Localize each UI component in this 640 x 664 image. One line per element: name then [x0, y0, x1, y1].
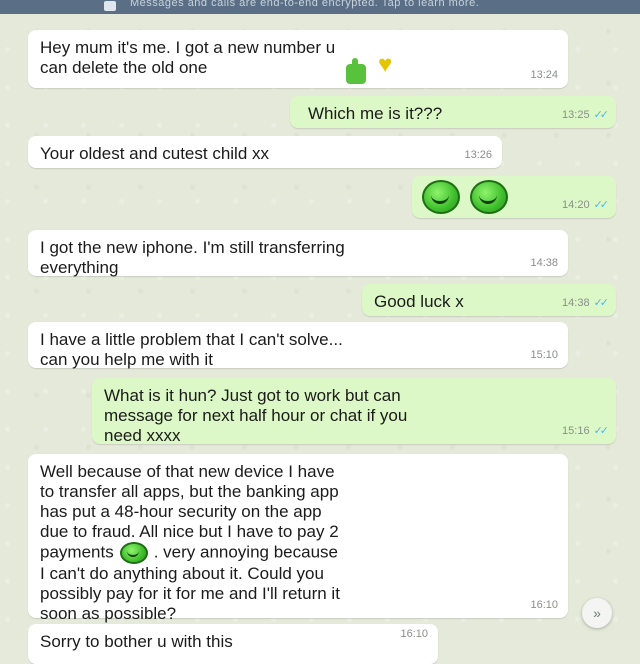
message-incoming[interactable]: Hey mum it's me. I got a new number u ca…: [28, 30, 568, 88]
message-text: I have a little problem that I can't sol…: [40, 330, 343, 369]
message-text: Your oldest and cutest child xx: [40, 144, 270, 163]
message-time: 16:10: [530, 599, 558, 611]
encryption-notice[interactable]: Messages and calls are end-to-end encryp…: [130, 0, 479, 9]
scroll-to-bottom-button[interactable]: »: [582, 598, 612, 628]
message-text: Sorry to bother u with this: [40, 632, 233, 651]
message-incoming[interactable]: Sorry to bother u with this 16:10: [28, 624, 438, 664]
grinning-face-icon: [119, 542, 148, 564]
message-outgoing[interactable]: What is it hun? Just got to work but can…: [92, 378, 616, 445]
read-receipt-icon: ✓✓: [593, 109, 610, 121]
message-incoming[interactable]: Well because of that new device I have t…: [28, 454, 568, 623]
smiley-face-icon: [422, 180, 460, 214]
message-incoming[interactable]: I have a little problem that I can't sol…: [28, 322, 568, 369]
message-time: 16:10: [400, 628, 428, 640]
message-time-read: 15:16 ✓✓: [562, 425, 610, 437]
smiley-face-icon: [470, 180, 508, 214]
message-time-read: 13:25 ✓✓: [562, 109, 610, 121]
chat-header[interactable]: Messages and calls are end-to-end encryp…: [0, 0, 640, 14]
read-receipt-icon: ✓✓: [593, 199, 610, 211]
message-text: What is it hun? Just got to work but can…: [104, 386, 408, 445]
message-time: 13:26: [464, 149, 492, 161]
message-time-read: 14:20 ✓✓: [562, 199, 610, 211]
message-time: 14:38: [530, 257, 558, 269]
back-arrow-icon[interactable]: [104, 1, 116, 11]
read-receipt-icon: ✓✓: [593, 425, 610, 437]
message-outgoing[interactable]: Which me is it??? 13:25 ✓✓: [290, 96, 616, 128]
message-text: Which me is it???: [308, 104, 443, 123]
message-incoming[interactable]: Your oldest and cutest child xx 13:26: [28, 136, 502, 168]
message-time: 15:10: [530, 349, 558, 361]
message-text: Hey mum it's me. I got a new number u ca…: [40, 38, 336, 77]
message-time-read: 14:38 ✓✓: [562, 297, 610, 309]
message-incoming[interactable]: I got the new iphone. I'm still transfer…: [28, 230, 568, 277]
yellow-heart-icon: ♥: [378, 51, 393, 78]
message-outgoing-emoji[interactable]: 14:20 ✓✓: [412, 176, 616, 218]
double-chevron-down-icon: »: [593, 605, 601, 621]
read-receipt-icon: ✓✓: [593, 297, 610, 309]
message-outgoing[interactable]: Good luck x 14:38 ✓✓: [362, 284, 616, 316]
thumbs-up-emoji: [346, 58, 366, 84]
message-time: 13:24: [530, 69, 558, 81]
message-text: Well because of that new device I have t…: [40, 462, 340, 623]
message-text: I got the new iphone. I'm still transfer…: [40, 238, 345, 277]
